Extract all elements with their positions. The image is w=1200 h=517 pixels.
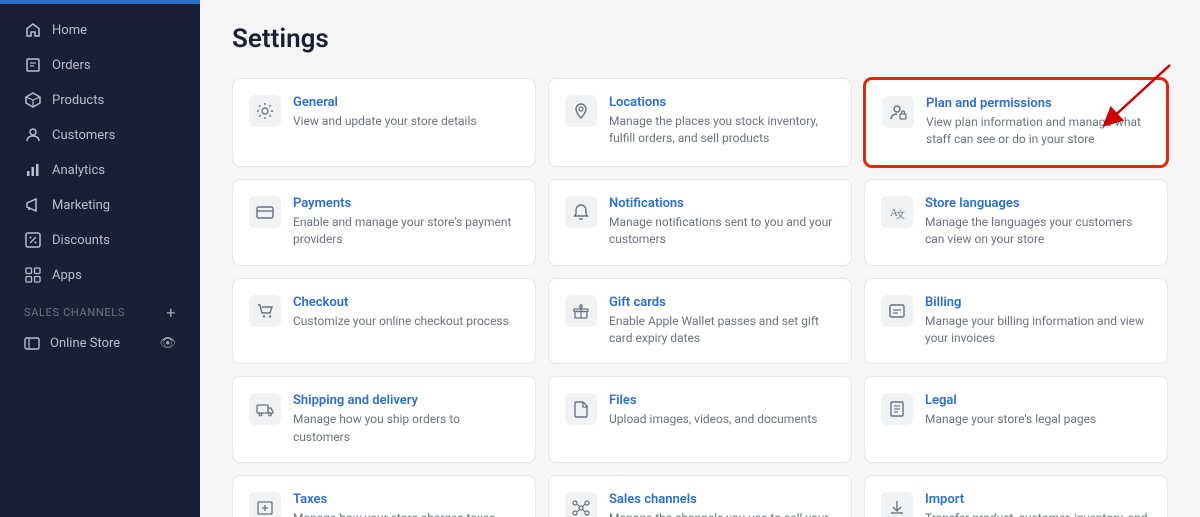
online-store-label: Online Store <box>50 336 120 351</box>
sidebar-nav: Home Orders Products <box>0 4 200 517</box>
payment-icon <box>249 196 281 228</box>
sidebar-item-marketing[interactable]: Marketing <box>8 188 192 222</box>
card-title-legal: Legal <box>925 393 1151 408</box>
shipping-icon <box>249 393 281 425</box>
import-icon <box>881 492 913 517</box>
legal-icon <box>881 393 913 425</box>
card-desc-import: Transfer product, customer, inventory, a… <box>925 510 1151 517</box>
translate-icon: A文 <box>881 196 913 228</box>
sidebar-item-label: Apps <box>52 268 82 283</box>
channels-icon <box>565 492 597 517</box>
card-title-sales-channels: Sales channels <box>609 492 835 507</box>
sidebar-item-orders[interactable]: Orders <box>8 48 192 82</box>
settings-card-billing[interactable]: Billing Manage your billing information … <box>864 278 1168 365</box>
sidebar-item-home[interactable]: Home <box>8 13 192 47</box>
cart-icon <box>249 295 281 327</box>
settings-card-sales-channels[interactable]: Sales channels Manage the channels you u… <box>548 475 852 517</box>
orders-icon <box>24 56 42 74</box>
card-title-general: General <box>293 95 519 110</box>
analytics-icon <box>24 161 42 179</box>
settings-card-import[interactable]: Import Transfer product, customer, inven… <box>864 475 1168 517</box>
settings-card-gift-cards[interactable]: Gift cards Enable Apple Wallet passes an… <box>548 278 852 365</box>
sidebar-item-apps[interactable]: Apps <box>8 258 192 292</box>
card-title-gift-cards: Gift cards <box>609 295 835 310</box>
card-desc-files: Upload images, videos, and documents <box>609 411 835 428</box>
card-desc-plan-permissions: View plan information and manage what st… <box>926 114 1150 149</box>
card-desc-sales-channels: Manage the channels you use to sell your… <box>609 510 835 517</box>
sidebar-item-label: Discounts <box>52 233 110 248</box>
card-title-locations: Locations <box>609 95 835 110</box>
card-desc-gift-cards: Enable Apple Wallet passes and set gift … <box>609 313 835 348</box>
sidebar-item-label: Products <box>52 93 104 108</box>
customers-icon <box>24 126 42 144</box>
card-desc-legal: Manage your store's legal pages <box>925 411 1151 428</box>
files-icon <box>565 393 597 425</box>
billing-icon <box>881 295 913 327</box>
card-desc-locations: Manage the places you stock inventory, f… <box>609 113 835 148</box>
card-title-notifications: Notifications <box>609 196 835 211</box>
card-title-billing: Billing <box>925 295 1151 310</box>
settings-card-checkout[interactable]: Checkout Customize your online checkout … <box>232 278 536 365</box>
main-content: Settings General View and update your st… <box>200 0 1200 517</box>
card-desc-store-languages: Manage the languages your customers can … <box>925 214 1151 249</box>
settings-card-locations[interactable]: Locations Manage the places you stock in… <box>548 78 852 167</box>
settings-grid: General View and update your store detai… <box>232 78 1168 517</box>
gift-icon <box>565 295 597 327</box>
card-title-store-languages: Store languages <box>925 196 1151 211</box>
settings-card-payments[interactable]: Payments Enable and manage your store's … <box>232 179 536 266</box>
card-title-shipping-delivery: Shipping and delivery <box>293 393 519 408</box>
taxes-icon <box>249 492 281 517</box>
sidebar-item-customers[interactable]: Customers <box>8 118 192 152</box>
card-title-checkout: Checkout <box>293 295 519 310</box>
svg-text:文: 文 <box>896 209 905 220</box>
sidebar-item-online-store[interactable]: Online Store 👁 <box>8 327 192 359</box>
online-store-icon <box>24 335 40 351</box>
card-title-plan-permissions: Plan and permissions <box>926 96 1150 111</box>
card-desc-general: View and update your store details <box>293 113 519 130</box>
card-title-taxes: Taxes <box>293 492 519 507</box>
sidebar-item-discounts[interactable]: Discounts <box>8 223 192 257</box>
page-title: Settings <box>232 24 1168 54</box>
sales-channels-label: SALES CHANNELS + <box>8 293 192 326</box>
card-desc-payments: Enable and manage your store's payment p… <box>293 214 519 249</box>
person-lock-icon <box>882 96 914 128</box>
sidebar-item-label: Home <box>52 23 87 38</box>
eye-icon[interactable]: 👁 <box>159 336 176 351</box>
home-icon <box>24 21 42 39</box>
settings-card-plan-permissions[interactable]: Plan and permissions View plan informati… <box>864 78 1168 167</box>
card-desc-taxes: Manage how your store charges taxes <box>293 510 519 517</box>
settings-card-general[interactable]: General View and update your store detai… <box>232 78 536 167</box>
settings-card-shipping-delivery[interactable]: Shipping and delivery Manage how you shi… <box>232 376 536 463</box>
sidebar-item-label: Customers <box>52 128 115 143</box>
sidebar-item-label: Orders <box>52 58 91 73</box>
products-icon <box>24 91 42 109</box>
bell-icon <box>565 196 597 228</box>
sidebar-item-analytics[interactable]: Analytics <box>8 153 192 187</box>
add-sales-channel-button[interactable]: + <box>166 303 176 322</box>
card-desc-billing: Manage your billing information and view… <box>925 313 1151 348</box>
discounts-icon <box>24 231 42 249</box>
settings-card-taxes[interactable]: Taxes Manage how your store charges taxe… <box>232 475 536 517</box>
gear-icon <box>249 95 281 127</box>
card-title-payments: Payments <box>293 196 519 211</box>
settings-card-legal[interactable]: Legal Manage your store's legal pages <box>864 376 1168 463</box>
apps-icon <box>24 266 42 284</box>
card-desc-notifications: Manage notifications sent to you and you… <box>609 214 835 249</box>
sidebar-item-label: Analytics <box>52 163 105 178</box>
settings-card-store-languages[interactable]: A文 Store languages Manage the languages … <box>864 179 1168 266</box>
card-title-files: Files <box>609 393 835 408</box>
card-title-import: Import <box>925 492 1151 507</box>
settings-card-files[interactable]: Files Upload images, videos, and documen… <box>548 376 852 463</box>
card-desc-shipping-delivery: Manage how you ship orders to customers <box>293 411 519 446</box>
card-desc-checkout: Customize your online checkout process <box>293 313 519 330</box>
location-icon <box>565 95 597 127</box>
sidebar-item-label: Marketing <box>52 198 110 213</box>
sidebar-item-products[interactable]: Products <box>8 83 192 117</box>
settings-card-notifications[interactable]: Notifications Manage notifications sent … <box>548 179 852 266</box>
sidebar: Home Orders Products <box>0 0 200 517</box>
marketing-icon <box>24 196 42 214</box>
